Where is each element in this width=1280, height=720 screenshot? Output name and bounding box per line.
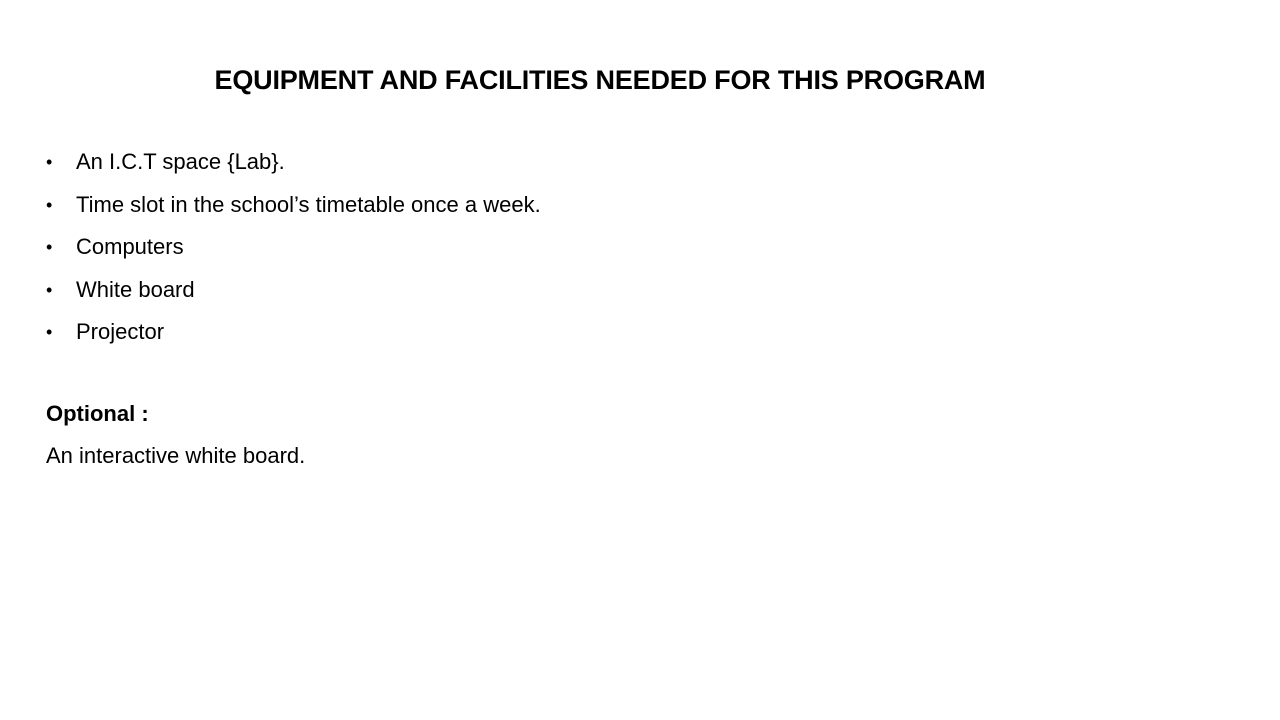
list-item: • Computers: [46, 231, 541, 274]
list-item: • An I.C.T space {Lab}.: [46, 146, 541, 189]
list-item-text: White board: [76, 276, 195, 302]
list-item: • White board: [46, 274, 541, 317]
list-item: • Time slot in the school’s timetable on…: [46, 189, 541, 232]
optional-label: Optional :: [46, 401, 149, 426]
bullet-icon: •: [46, 279, 53, 300]
list-item: • Projector: [46, 316, 541, 359]
bullet-icon: •: [46, 194, 53, 215]
equipment-list: • An I.C.T space {Lab}. • Time slot in t…: [46, 146, 541, 359]
list-item-text: Projector: [76, 319, 165, 344]
list-item-text: Computers: [76, 234, 184, 259]
bullet-icon: •: [46, 152, 53, 172]
bullet-icon: •: [46, 237, 53, 257]
slide-title: EQUIPMENT AND FACILITIES NEEDED FOR THIS…: [214, 65, 986, 95]
optional-text: An interactive white board.: [46, 443, 306, 468]
slide: EQUIPMENT AND FACILITIES NEEDED FOR THIS…: [0, 0, 1280, 720]
bullet-icon: •: [46, 322, 53, 342]
list-item-text: Time slot in the school’s timetable once…: [76, 191, 541, 217]
list-item-text: An I.C.T space {Lab}.: [76, 149, 285, 174]
